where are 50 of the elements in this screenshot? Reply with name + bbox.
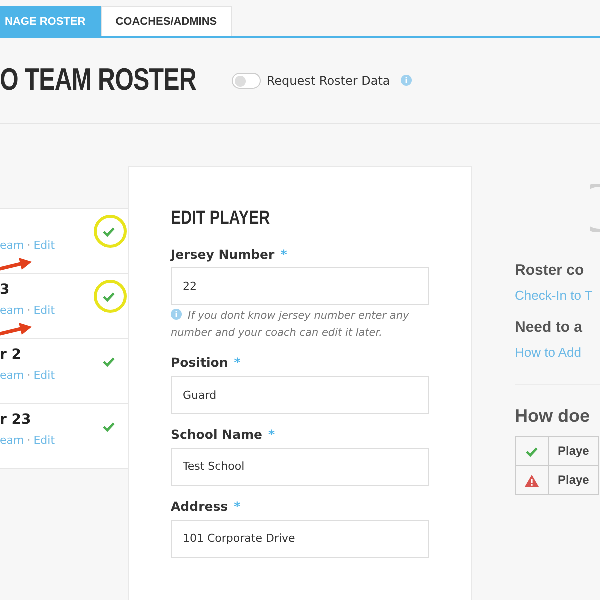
form-title: EDIT PLAYER bbox=[171, 207, 272, 231]
input-field[interactable]: Test School bbox=[171, 448, 429, 486]
pointer-arrow bbox=[0, 321, 32, 337]
required-mark: * bbox=[280, 246, 288, 264]
separator: · bbox=[27, 368, 31, 384]
required-mark: * bbox=[268, 426, 276, 444]
help-heading: Roster co bbox=[515, 261, 586, 281]
tab[interactable]: COACHES/ADMINS bbox=[100, 6, 232, 36]
edit-link[interactable]: Edit bbox=[34, 433, 56, 450]
player-row[interactable]: r 23 eam · Edit bbox=[0, 403, 128, 469]
ring-icon bbox=[590, 184, 600, 232]
separator: · bbox=[27, 433, 31, 449]
field-label: School Name bbox=[171, 426, 263, 444]
team-link[interactable]: eam bbox=[0, 433, 24, 450]
edit-link[interactable]: Edit bbox=[34, 238, 56, 254]
toggle-label: Request Roster Data bbox=[266, 72, 390, 90]
input-field[interactable]: Guard bbox=[171, 376, 429, 414]
faq-title: How doe bbox=[515, 405, 591, 428]
edit-link[interactable]: Edit bbox=[34, 303, 56, 320]
toggle-switch[interactable] bbox=[232, 72, 261, 88]
info-icon bbox=[171, 309, 182, 320]
help-heading: Need to a bbox=[515, 318, 584, 338]
info-icon bbox=[401, 75, 412, 86]
help-link[interactable]: How to Add bbox=[515, 342, 582, 362]
required-mark: * bbox=[234, 498, 241, 516]
required-mark: * bbox=[234, 354, 241, 372]
tab[interactable]: NAGE ROSTER bbox=[0, 6, 101, 36]
player-name: 3 bbox=[0, 282, 10, 298]
hint-text: If you dont know jersey number enter any number and your coach can edit it later. bbox=[171, 308, 410, 342]
player-row[interactable]: 3 eam · Edit bbox=[0, 273, 128, 339]
field-label: Position bbox=[171, 354, 228, 372]
edit-link[interactable]: Edit bbox=[34, 368, 56, 384]
separator: · bbox=[27, 303, 31, 319]
team-link[interactable]: eam bbox=[0, 238, 24, 254]
help-link[interactable]: Check-In to T bbox=[515, 286, 593, 305]
separator: · bbox=[27, 238, 31, 254]
field-label: Jersey Number bbox=[171, 246, 275, 264]
team-link[interactable]: eam bbox=[0, 368, 24, 384]
legend-text: Playe bbox=[548, 436, 599, 466]
input-field[interactable]: 22 bbox=[171, 267, 429, 306]
page-title: O TEAM ROSTER bbox=[0, 61, 196, 100]
input-field[interactable]: 101 Corporate Drive bbox=[171, 520, 429, 558]
field-label: Address bbox=[171, 498, 228, 516]
legend-text: Playe bbox=[548, 466, 599, 494]
player-row[interactable]: eam · Edit bbox=[0, 208, 128, 274]
player-row[interactable]: r 2 eam · Edit bbox=[0, 338, 128, 404]
player-name: r 2 bbox=[0, 347, 22, 363]
team-link[interactable]: eam bbox=[0, 303, 24, 320]
pointer-arrow bbox=[0, 256, 32, 272]
player-name: r 23 bbox=[0, 412, 32, 428]
